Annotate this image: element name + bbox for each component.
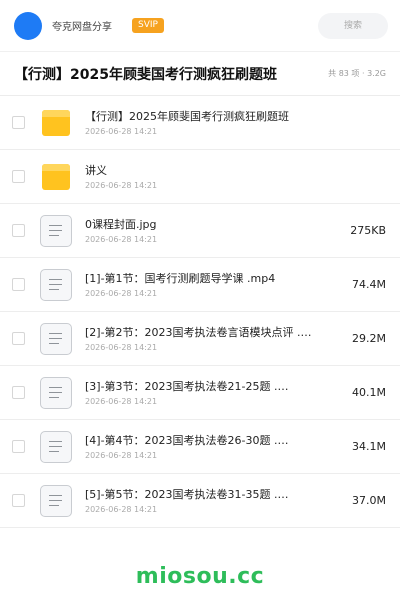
file-name: [1]-第1节：国考行测刷题导学课 .mp4 <box>85 271 276 285</box>
file-name: 0课程封面.jpg <box>85 217 157 231</box>
file-icon <box>40 430 72 463</box>
file-name: [3]-第3节：2023国考执法卷21-25题 .… <box>85 379 289 393</box>
share-meta: 共 83 项 · 3.2G <box>328 69 386 78</box>
file-date: 2026-06-28 14:21 <box>85 396 158 406</box>
file-size: 29.2M <box>352 332 386 345</box>
list-item[interactable]: [5]-第5节：2023国考执法卷31-35题 .… 2026-06-28 14:… <box>0 474 400 528</box>
file-size: 34.1M <box>352 440 386 453</box>
file-name: [4]-第4节：2023国考执法卷26-30题 .… <box>85 433 289 447</box>
list-item[interactable]: [3]-第3节：2023国考执法卷21-25题 .… 2026-06-28 14:… <box>0 366 400 420</box>
select-checkbox[interactable] <box>12 494 25 507</box>
file-size: 275KB <box>350 224 386 237</box>
select-checkbox[interactable] <box>12 440 25 453</box>
avatar[interactable] <box>14 11 42 40</box>
list-item[interactable]: [1]-第1节：国考行测刷题导学课 .mp4 2026-06-28 14:21 74… <box>0 258 400 312</box>
list-item[interactable]: 【行测】2025年顾斐国考行测疯狂刷题班 2026-06-28 14:21 <box>0 96 400 150</box>
select-checkbox[interactable] <box>12 170 25 183</box>
page-title: 【行测】2025年顾斐国考行测疯狂刷题班 <box>14 66 277 83</box>
file-date: 2026-06-28 14:21 <box>85 504 158 514</box>
select-checkbox[interactable] <box>12 116 25 129</box>
select-checkbox[interactable] <box>12 386 25 399</box>
file-date: 2026-06-28 14:21 <box>85 342 158 352</box>
file-size: 40.1M <box>352 386 386 399</box>
app-name: 夸克网盘分享 <box>52 22 112 33</box>
file-name: 讲义 <box>85 163 107 177</box>
search-input[interactable] <box>318 12 388 39</box>
file-date: 2026-06-28 14:21 <box>85 234 158 244</box>
share-title-bar: 【行测】2025年顾斐国考行测疯狂刷题班 共 83 项 · 3.2G <box>0 52 400 96</box>
list-item[interactable]: 0课程封面.jpg 2026-06-28 14:21 275KB <box>0 204 400 258</box>
file-list: 【行测】2025年顾斐国考行测疯狂刷题班 2026-06-28 14:21 讲义 20… <box>0 96 400 528</box>
top-bar: 夸克网盘分享 SVIP <box>0 0 400 52</box>
svip-badge: SVIP <box>132 18 164 33</box>
file-icon <box>40 484 72 517</box>
select-checkbox[interactable] <box>12 278 25 291</box>
file-name: 【行测】2025年顾斐国考行测疯狂刷题班 <box>85 109 289 123</box>
file-date: 2026-06-28 14:21 <box>85 126 158 136</box>
folder-icon <box>42 109 70 136</box>
file-name: [2]-第2节：2023国考执法卷言语模块点评 .… <box>85 325 312 339</box>
file-name: [5]-第5节：2023国考执法卷31-35题 .… <box>85 487 289 501</box>
file-date: 2026-06-28 14:21 <box>85 450 158 460</box>
file-icon <box>40 322 72 355</box>
file-date: 2026-06-28 14:21 <box>85 180 158 190</box>
select-checkbox[interactable] <box>12 332 25 345</box>
file-date: 2026-06-28 14:21 <box>85 288 158 298</box>
watermark: miosou.cc <box>135 564 265 589</box>
file-icon <box>40 376 72 409</box>
list-item[interactable]: [4]-第4节：2023国考执法卷26-30题 .… 2026-06-28 14:… <box>0 420 400 474</box>
file-size: 74.4M <box>352 278 386 291</box>
select-checkbox[interactable] <box>12 224 25 237</box>
file-icon <box>40 214 72 247</box>
folder-icon <box>42 163 70 190</box>
file-size: 37.0M <box>352 494 386 507</box>
list-item[interactable]: 讲义 2026-06-28 14:21 <box>0 150 400 204</box>
file-icon <box>40 268 72 301</box>
list-item[interactable]: [2]-第2节：2023国考执法卷言语模块点评 .… 2026-06-28 14:… <box>0 312 400 366</box>
